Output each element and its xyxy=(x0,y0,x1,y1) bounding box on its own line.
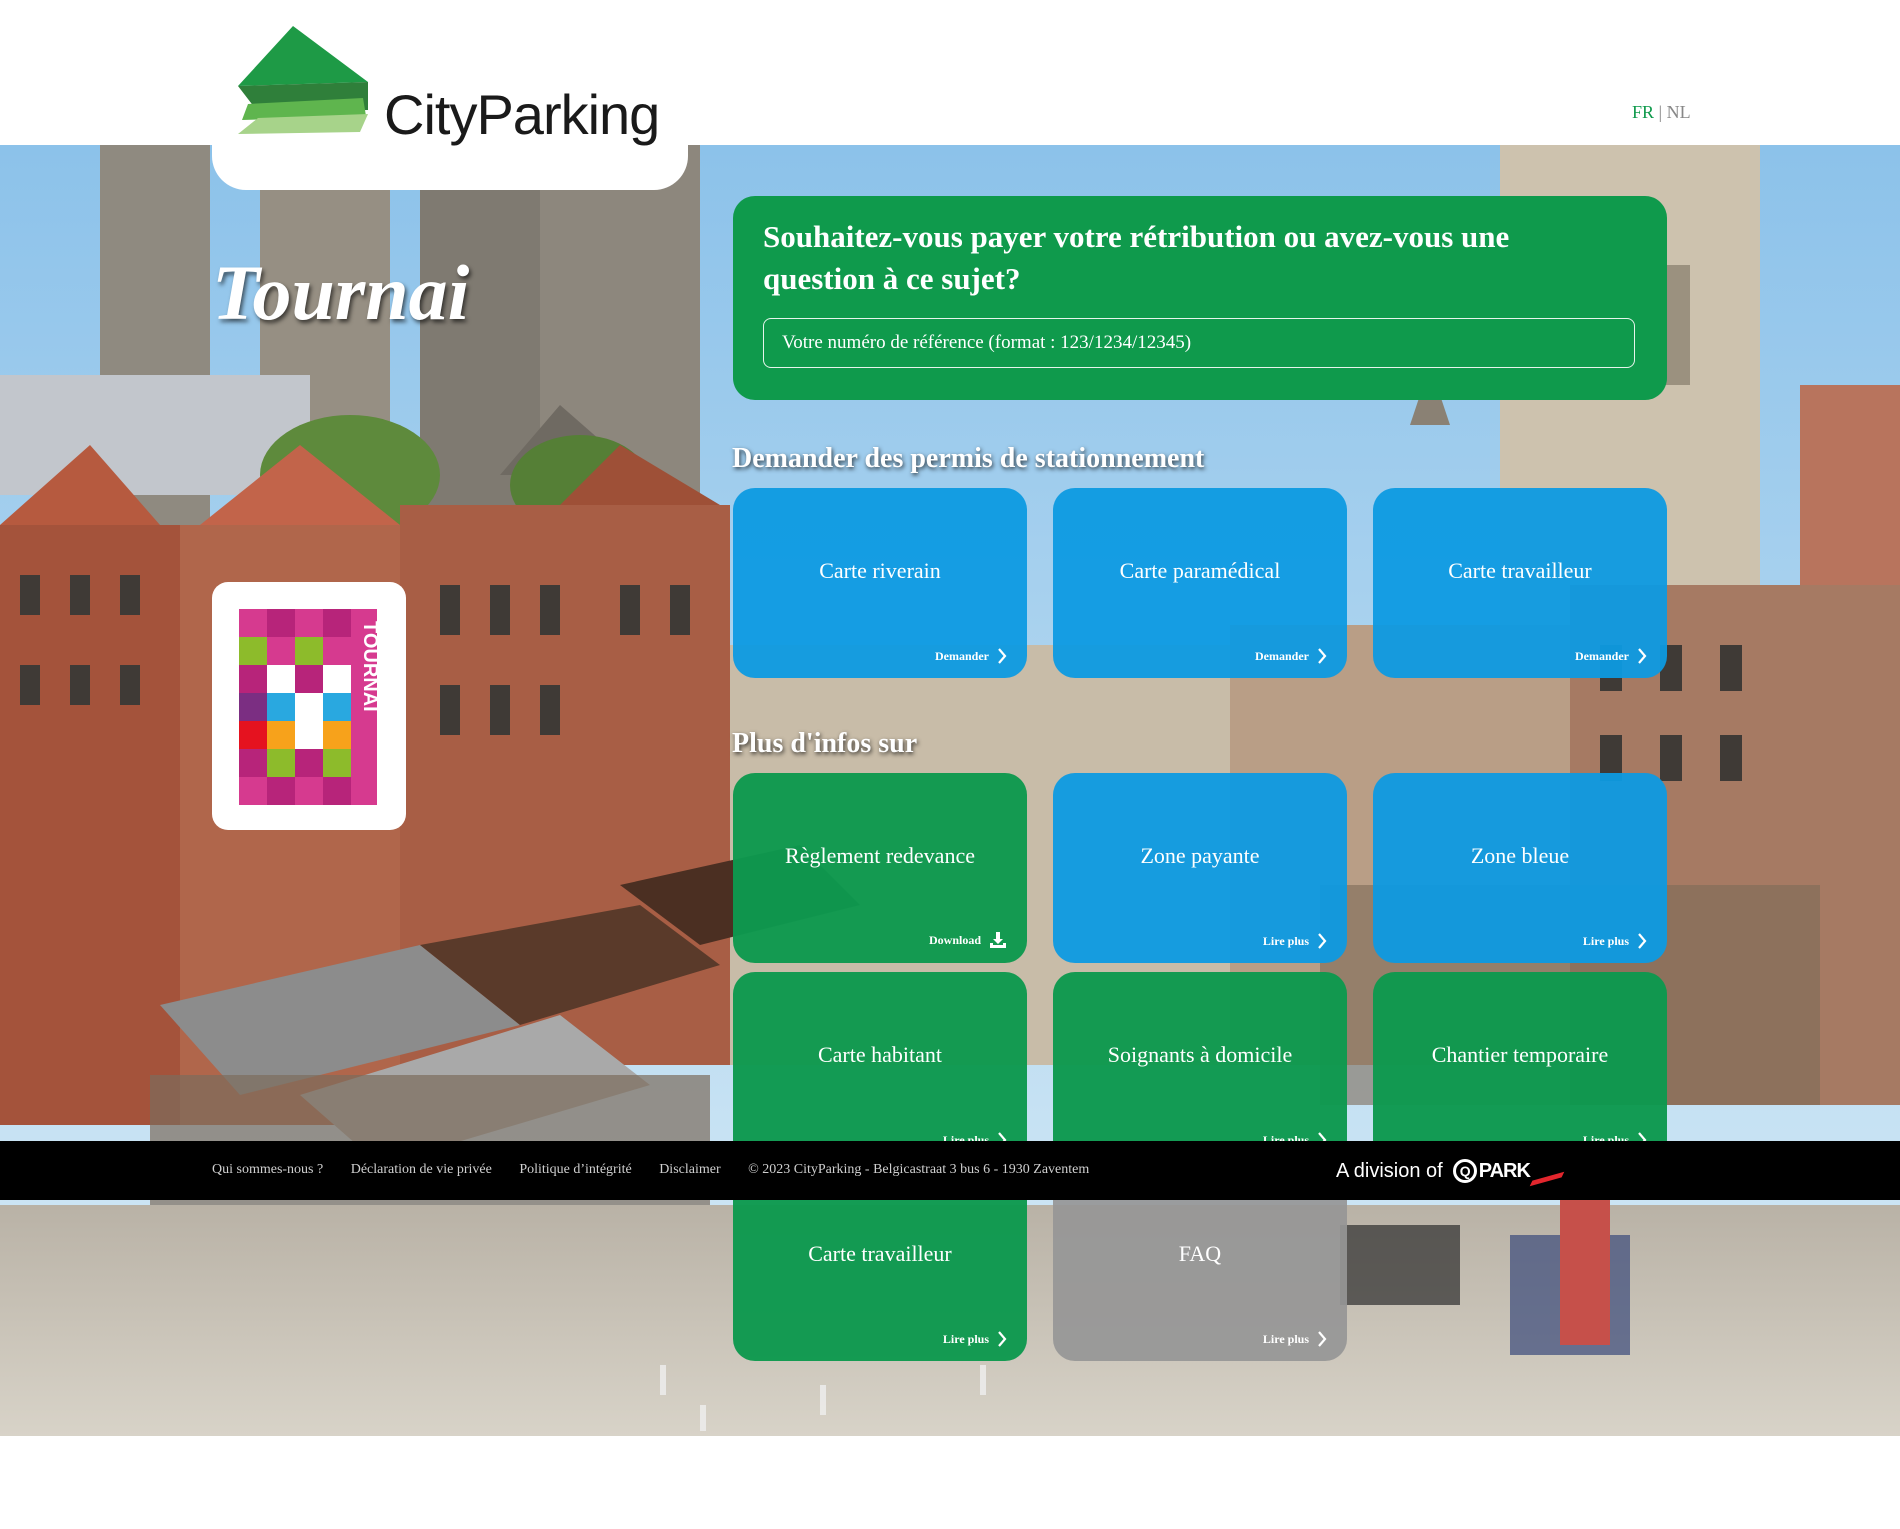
tile-action-link[interactable]: Lire plus xyxy=(1263,1331,1327,1347)
tile-soignants-a-domicile[interactable]: Soignants à domicile Lire plus xyxy=(1053,972,1347,1162)
tile-action-label: Lire plus xyxy=(942,1331,989,1346)
tile-label: Règlement redevance xyxy=(785,843,975,868)
footer-link-disclaimer[interactable]: Disclaimer xyxy=(659,1162,720,1177)
tile-label: Carte habitant xyxy=(817,1042,942,1067)
lang-separator: | xyxy=(1658,102,1663,122)
chevron-right-icon xyxy=(1317,933,1327,949)
chevron-right-icon xyxy=(997,1331,1007,1347)
tile-carte-travailleur-permit[interactable]: Carte travailleur Demander xyxy=(1373,488,1667,678)
info-section-title: Plus d'infos sur xyxy=(732,728,918,759)
tile-action-label: Lire plus xyxy=(1262,1331,1309,1346)
logo-text: CityParking xyxy=(384,83,660,146)
tile-label: Soignants à domicile xyxy=(1107,1042,1293,1067)
tile-action-label: Demander xyxy=(1255,648,1309,663)
footer-link-integrity[interactable]: Politique d’intégrité xyxy=(519,1162,631,1177)
tile-label: Chantier temporaire xyxy=(1431,1042,1609,1067)
tile-label: Zone payante xyxy=(1140,843,1260,868)
reference-number-input[interactable] xyxy=(763,318,1635,368)
chevron-right-icon xyxy=(997,648,1007,664)
tile-label: Carte riverain xyxy=(819,558,941,583)
cityparking-logo-icon xyxy=(238,26,368,134)
qpark-logo[interactable]: Q PARK xyxy=(1452,1159,1565,1187)
tile-carte-paramedical[interactable]: Carte paramédical Demander xyxy=(1053,488,1347,678)
division-of-qpark: A division of Q PARK xyxy=(1336,1157,1565,1187)
tile-label: FAQ xyxy=(1178,1241,1222,1266)
download-icon xyxy=(989,931,1007,949)
tile-action-link[interactable]: Lire plus xyxy=(1263,933,1327,949)
tile-zone-payante[interactable]: Zone payante Lire plus xyxy=(1053,773,1347,963)
qpark-slash-icon xyxy=(1529,1171,1565,1187)
chevron-right-icon xyxy=(1637,648,1647,664)
tile-reglement-redevance[interactable]: Règlement redevance Download xyxy=(733,773,1027,963)
tile-carte-habitant[interactable]: Carte habitant Lire plus xyxy=(733,972,1027,1162)
tile-action-label: Demander xyxy=(1575,648,1629,663)
chevron-right-icon xyxy=(1317,648,1327,664)
chevron-right-icon xyxy=(1317,1331,1327,1347)
tile-action-link[interactable]: Demander xyxy=(1575,648,1647,664)
tile-action-label: Lire plus xyxy=(1582,933,1629,948)
logo-card[interactable]: CityParking xyxy=(212,0,688,190)
tournai-logo-icon: TOURNAI xyxy=(239,609,381,805)
svg-text:TOURNAI: TOURNAI xyxy=(359,621,381,712)
payment-title: Souhaitez-vous payer votre rétribution o… xyxy=(763,219,1510,296)
footer-link-privacy[interactable]: Déclaration de vie privée xyxy=(351,1162,492,1177)
tile-action-link[interactable]: Demander xyxy=(1255,648,1327,664)
tile-label: Carte travailleur xyxy=(808,1241,952,1266)
tile-action-label: Lire plus xyxy=(1262,933,1309,948)
division-text: A division of xyxy=(1336,1159,1443,1182)
language-switcher: FR | NL xyxy=(1632,102,1691,123)
tile-action-label: Demander xyxy=(935,648,989,663)
tile-action-link[interactable]: Demander xyxy=(935,648,1007,664)
tile-download-link[interactable]: Download xyxy=(929,931,1007,949)
tournai-city-logo: TOURNAI xyxy=(212,582,406,830)
permits-section-title: Demander des permis de stationnement xyxy=(732,443,1205,474)
qpark-q-icon: Q xyxy=(1452,1159,1477,1183)
city-title: Tournai xyxy=(212,249,470,336)
tile-label: Zone bleue xyxy=(1470,843,1570,868)
tile-action-label: Download xyxy=(928,932,981,947)
tile-carte-riverain[interactable]: Carte riverain Demander xyxy=(733,488,1027,678)
qpark-brand: PARK xyxy=(1478,1159,1531,1182)
lang-fr-link[interactable]: FR xyxy=(1632,102,1654,122)
tile-label: Carte paramédical xyxy=(1119,558,1281,583)
tile-action-link[interactable]: Lire plus xyxy=(1583,933,1647,949)
payment-box: Souhaitez-vous payer votre rétribution o… xyxy=(733,196,1667,400)
tile-chantier-temporaire[interactable]: Chantier temporaire Lire plus xyxy=(1373,972,1667,1162)
tile-label: Carte travailleur xyxy=(1448,558,1592,583)
site-footer: Qui sommes-nous ? Déclaration de vie pri… xyxy=(0,1141,1900,1200)
footer-link-about[interactable]: Qui sommes-nous ? xyxy=(212,1162,323,1177)
tile-action-link[interactable]: Lire plus xyxy=(943,1331,1007,1347)
lang-nl-link[interactable]: NL xyxy=(1667,102,1691,122)
chevron-right-icon xyxy=(1637,933,1647,949)
tile-zone-bleue[interactable]: Zone bleue Lire plus xyxy=(1373,773,1667,963)
footer-links: Qui sommes-nous ? Déclaration de vie pri… xyxy=(212,1162,1113,1178)
footer-copyright: © 2023 CityParking - Belgicastraat 3 bus… xyxy=(748,1162,1090,1177)
